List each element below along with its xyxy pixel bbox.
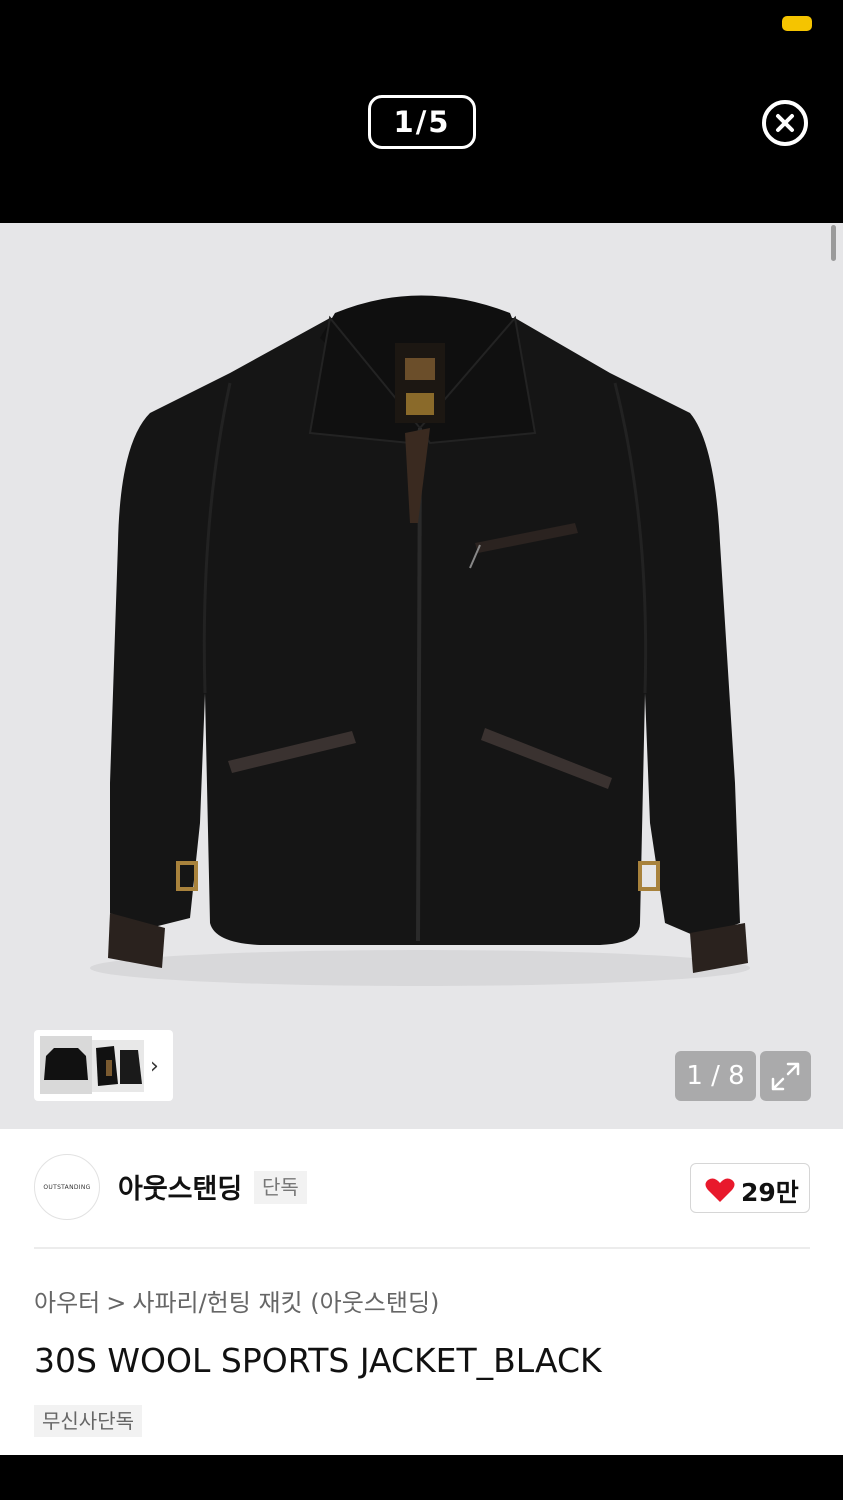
brand-logo[interactable]: OUTSTANDING [34,1154,100,1220]
brand-name[interactable]: 아웃스탠딩 [118,1167,242,1206]
chevron-right-icon[interactable]: › [150,1054,159,1079]
product-image-area[interactable]: › 1 / 8 [0,223,843,1129]
status-indicator [782,16,812,31]
close-icon [776,114,794,132]
thumbnail-strip[interactable]: › [34,1030,173,1101]
jacket-photo [90,295,750,986]
like-count: 29만 [741,1178,799,1207]
product-title: 30S WOOL SPORTS JACKET_BLACK [34,1341,602,1380]
thumbnail-next[interactable] [92,1040,144,1092]
divider [34,1247,810,1249]
breadcrumb-subcategory[interactable]: 사파리/헌팅 재킷 (아웃스탠딩) [132,1289,439,1317]
breadcrumb: 아우터 > 사파리/헌팅 재킷 (아웃스탠딩) [34,1283,439,1318]
chevron-right-icon: > [106,1289,127,1317]
product-info: OUTSTANDING 아웃스탠딩 단독 29만 아우터 > 사파리/헌팅 재킷 (… [0,1129,843,1455]
heart-icon [705,1178,735,1202]
close-button[interactable] [762,100,808,146]
exclusive-tag: 단독 [254,1171,307,1204]
expand-icon [771,1062,800,1091]
like-button[interactable]: 29만 [690,1163,810,1213]
exclusive-badge: 무신사단독 [34,1405,142,1437]
bottom-bar [0,1455,843,1500]
breadcrumb-category[interactable]: 아우터 [34,1289,100,1317]
expand-button[interactable] [760,1051,811,1101]
image-counter: 1 / 8 [675,1051,756,1101]
thumbnail-active[interactable] [38,1034,94,1096]
image-viewer-header: 1/5 [0,0,843,223]
gallery-counter: 1/5 [368,95,476,149]
